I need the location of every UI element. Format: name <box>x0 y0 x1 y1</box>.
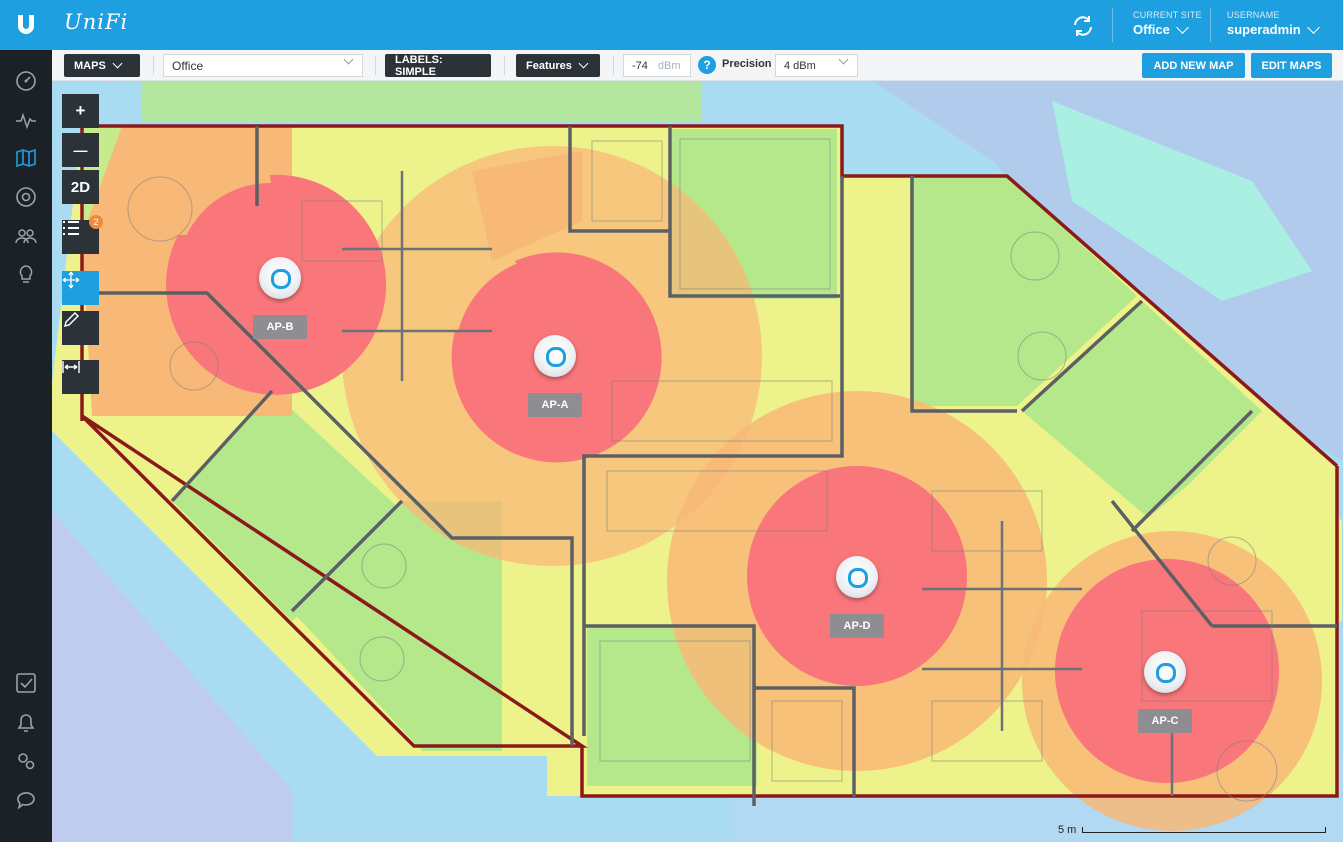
map-select-value: Office <box>172 58 204 73</box>
move-icon <box>62 271 80 289</box>
list-badge: 2 <box>89 215 103 229</box>
ap-label: AP-A <box>528 393 582 417</box>
map-select[interactable]: Office <box>163 54 363 77</box>
scale-bar <box>1082 827 1327 833</box>
access-point-icon <box>534 335 576 377</box>
toolbar-divider <box>504 56 505 75</box>
add-new-map-button[interactable]: ADD NEW MAP <box>1142 53 1245 78</box>
ruler-icon <box>62 361 80 373</box>
signal-threshold-input[interactable]: -74 dBm <box>623 54 691 77</box>
map-icon[interactable] <box>13 145 39 171</box>
brand-name: UniFi <box>64 10 129 34</box>
chevron-down-icon <box>112 58 123 69</box>
statistics-icon[interactable] <box>13 107 39 133</box>
chevron-down-icon <box>1175 20 1189 34</box>
site-selector[interactable]: CURRENT SITE Office <box>1133 10 1202 37</box>
header-divider <box>1112 8 1113 42</box>
map-toolbar: MAPS Office LABELS: SIMPLE Features -74 … <box>52 50 1343 81</box>
precision-select[interactable]: 4 dBm <box>775 54 858 77</box>
precision-value: 4 dBm <box>784 59 816 72</box>
heatmap-canvas[interactable]: + — 2D 2 AP-B AP-A AP-D AP-C 5 m <box>52 81 1343 842</box>
precision-label: Precision <box>722 58 772 70</box>
clients-icon[interactable] <box>13 223 39 249</box>
maps-menu-button[interactable]: MAPS <box>64 54 140 77</box>
edit-maps-button[interactable]: EDIT MAPS <box>1251 53 1332 78</box>
help-icon[interactable]: ? <box>698 56 716 74</box>
header-divider <box>1210 8 1211 42</box>
access-point-icon <box>836 556 878 598</box>
username-label: USERNAME <box>1227 10 1280 20</box>
chevron-down-icon <box>343 54 354 65</box>
draw-button[interactable] <box>62 311 99 345</box>
zoom-in-button[interactable]: + <box>62 94 99 128</box>
features-label: Features <box>526 59 572 72</box>
scale-label: 5 m <box>1058 824 1077 836</box>
site-value: Office <box>1133 22 1170 37</box>
toolbar-divider <box>375 56 376 75</box>
chevron-down-icon <box>838 54 849 65</box>
settings-icon[interactable] <box>13 748 39 774</box>
list-icon <box>63 221 79 235</box>
view-mode-button[interactable]: 2D <box>62 170 99 204</box>
maps-label: MAPS <box>74 59 106 72</box>
tasks-icon[interactable] <box>13 670 39 696</box>
measure-button[interactable] <box>62 360 99 394</box>
map-scale: 5 m <box>1058 824 1327 836</box>
chevron-down-icon <box>1306 20 1320 34</box>
ap-label: AP-C <box>1138 709 1192 733</box>
features-button[interactable]: Features <box>516 54 600 77</box>
ubiquiti-logo-icon[interactable] <box>0 0 52 50</box>
move-button[interactable] <box>62 271 99 305</box>
user-menu[interactable]: USERNAME superadmin <box>1227 10 1320 37</box>
username-value: superadmin <box>1227 22 1301 37</box>
refresh-icon[interactable] <box>1070 13 1096 39</box>
devices-icon[interactable] <box>13 184 39 210</box>
access-point-icon <box>259 257 301 299</box>
access-point-icon <box>1144 651 1186 693</box>
dashboard-icon[interactable] <box>13 68 39 94</box>
top-bar: UniFi CURRENT SITE Office USERNAME super… <box>0 0 1343 50</box>
signal-value: -74 <box>632 59 648 72</box>
zoom-out-button[interactable]: — <box>62 133 99 167</box>
signal-unit: dBm <box>657 59 681 72</box>
labels-button[interactable]: LABELS: SIMPLE <box>385 54 491 78</box>
chevron-down-icon <box>578 58 589 69</box>
toolbar-divider <box>153 56 154 75</box>
insights-icon[interactable] <box>13 262 39 288</box>
pencil-icon <box>63 311 80 328</box>
ap-label: AP-B <box>253 315 307 339</box>
chat-icon[interactable] <box>13 787 39 813</box>
toolbar-divider <box>613 56 614 75</box>
ap-label: AP-D <box>830 614 884 638</box>
site-label: CURRENT SITE <box>1133 10 1202 20</box>
sidebar <box>0 50 52 842</box>
alerts-icon[interactable] <box>13 710 39 736</box>
